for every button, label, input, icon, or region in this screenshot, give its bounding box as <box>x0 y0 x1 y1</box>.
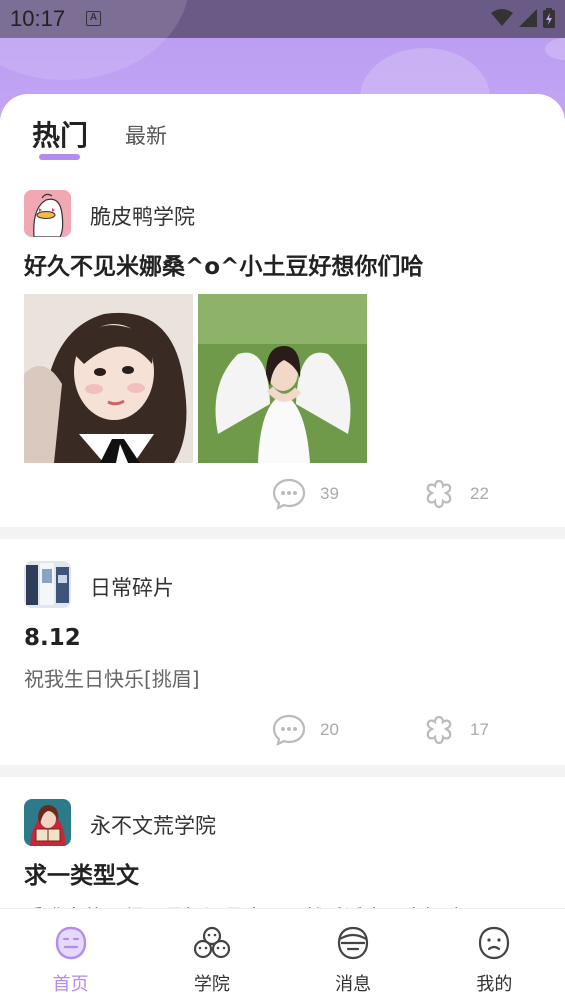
nav-messages[interactable]: 消息 <box>283 909 424 1004</box>
status-icons <box>491 8 555 28</box>
comment-icon <box>272 478 306 510</box>
post-author[interactable]: 日常碎片 <box>90 572 174 602</box>
avatar[interactable] <box>24 561 71 608</box>
academy-icon <box>193 926 230 959</box>
post-divider <box>0 527 565 539</box>
profile-face-icon <box>479 926 510 960</box>
reading-girl-avatar-icon <box>24 799 71 846</box>
nav-label: 首页 <box>52 974 89 995</box>
flower-like-icon <box>426 715 452 745</box>
post-actions: 39 22 <box>0 463 565 527</box>
nav-academy[interactable]: 学院 <box>141 909 282 1004</box>
comment-icon <box>272 714 306 746</box>
like-count: 17 <box>470 720 489 739</box>
post-card[interactable]: 脆皮鸭学院 好久不见米娜桑^o^小土豆好想你们哈 39 22 <box>0 174 565 527</box>
post-author[interactable]: 脆皮鸭学院 <box>90 201 195 231</box>
bottom-navigation: 首页 学院 消息 我的 <box>0 908 565 1004</box>
photo-collage-avatar-icon <box>24 561 71 608</box>
post-header: 脆皮鸭学院 <box>0 174 565 252</box>
post-header: 永不文荒学院 <box>0 777 565 861</box>
duck-avatar-icon <box>24 190 71 237</box>
avatar[interactable] <box>24 190 71 237</box>
post-title: 求一类型文 <box>24 863 139 889</box>
post-header: 日常碎片 <box>0 539 565 623</box>
comment-count: 20 <box>320 720 339 739</box>
decor-bubble <box>545 38 565 60</box>
active-tab-indicator <box>39 154 80 160</box>
post-images <box>0 282 565 463</box>
like-action[interactable]: 17 <box>422 713 489 747</box>
comment-action[interactable]: 20 <box>272 713 339 747</box>
status-a-icon: A <box>86 11 101 26</box>
nav-label: 我的 <box>476 974 513 995</box>
wifi-icon <box>491 9 513 26</box>
nav-profile[interactable]: 我的 <box>424 909 565 1004</box>
nav-label: 消息 <box>335 974 372 995</box>
post-body: 祝我生日快乐[挑眉] <box>24 667 200 691</box>
post-divider <box>0 765 565 777</box>
message-icon <box>338 926 369 960</box>
signal-icon <box>519 9 537 27</box>
battery-icon <box>543 8 555 28</box>
comment-count: 39 <box>320 484 339 503</box>
post-card[interactable]: 日常碎片 8.12 祝我生日快乐[挑眉] 20 17 <box>0 539 565 765</box>
tab-hot[interactable]: 热门 <box>32 114 88 154</box>
like-action[interactable]: 22 <box>422 477 489 511</box>
feed-tabs: 热门 最新 <box>0 94 565 174</box>
like-count: 22 <box>470 484 489 503</box>
post-author[interactable]: 永不文荒学院 <box>90 810 216 840</box>
status-time: 10:17 <box>10 6 66 31</box>
post-feed: 脆皮鸭学院 好久不见米娜桑^o^小土豆好想你们哈 39 22 日常碎片 8.12… <box>0 174 565 931</box>
nav-label: 学院 <box>193 974 230 995</box>
post-title: 好久不见米娜桑^o^小土豆好想你们哈 <box>24 254 424 280</box>
post-image-2[interactable] <box>198 294 367 463</box>
content-sheet: 热门 最新 脆皮鸭学院 好久不见米娜桑^o^小土豆好想你们哈 39 22 日常碎… <box>0 94 565 1004</box>
tab-latest[interactable]: 最新 <box>125 120 167 150</box>
avatar[interactable] <box>24 799 71 846</box>
home-face-icon <box>55 926 86 960</box>
nav-home[interactable]: 首页 <box>0 909 141 1004</box>
post-actions: 20 17 <box>0 693 565 765</box>
post-title: 8.12 <box>24 625 81 651</box>
comment-action[interactable]: 39 <box>272 477 339 511</box>
flower-like-icon <box>426 479 452 509</box>
post-image-1[interactable] <box>24 294 193 463</box>
